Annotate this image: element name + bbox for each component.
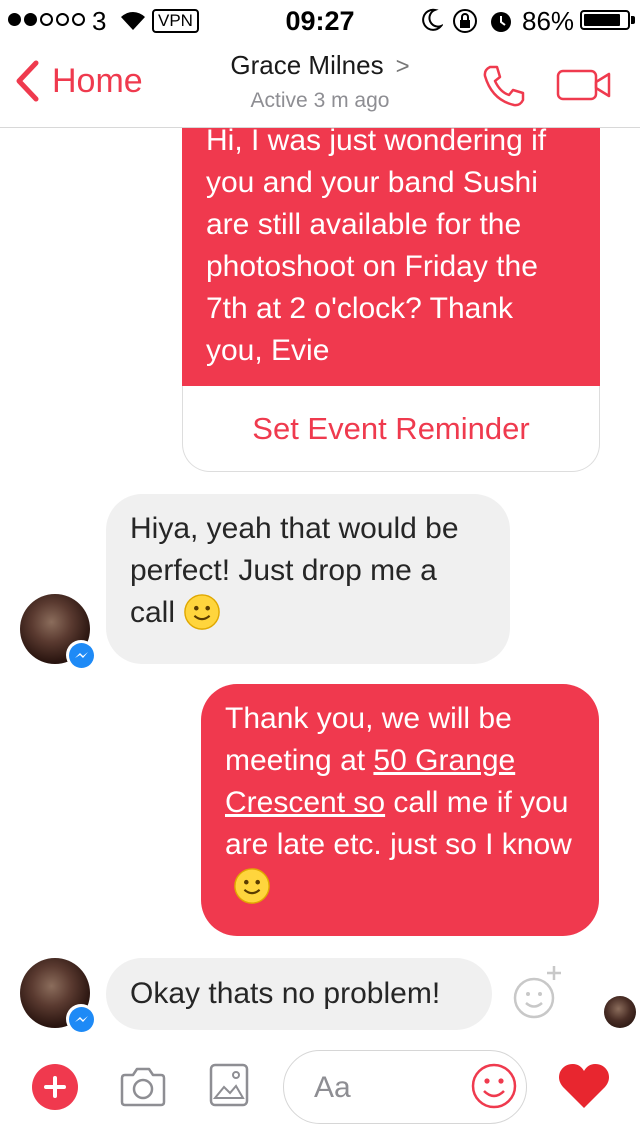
message-text: Hiya, yeah that would be perfect! Just d… xyxy=(130,512,459,629)
messenger-badge-icon xyxy=(66,1004,96,1034)
plus-icon[interactable] xyxy=(32,1064,78,1110)
image-icon[interactable] xyxy=(208,1062,250,1108)
video-camera-icon[interactable] xyxy=(556,68,612,102)
chevron-right-icon: > xyxy=(395,53,410,80)
incoming-message-bubble[interactable]: Okay thats no problem! xyxy=(106,958,492,1030)
contact-name[interactable]: Grace Milnes > xyxy=(0,50,640,81)
slightly-smiling-face-icon xyxy=(184,594,220,630)
emoji-icon[interactable] xyxy=(470,1062,518,1110)
contact-info[interactable]: Grace Milnes > Active 3 m ago xyxy=(0,50,640,113)
outgoing-message-bubble[interactable]: Thank you, we will be meeting at 50 Gran… xyxy=(201,684,599,936)
heart-icon[interactable] xyxy=(556,1060,612,1112)
incoming-message-bubble[interactable]: Hiya, yeah that would be perfect! Just d… xyxy=(106,494,510,664)
add-reaction-icon[interactable] xyxy=(508,962,570,1024)
active-status: Active 3 m ago xyxy=(250,89,390,112)
seen-indicator-avatar xyxy=(604,996,636,1028)
outgoing-message-bubble[interactable]: Hi, I was just wondering if you and your… xyxy=(182,118,600,386)
conversation[interactable]: Hi, I was just wondering if you and your… xyxy=(0,0,640,1136)
set-event-reminder-button[interactable]: Set Event Reminder xyxy=(182,386,600,472)
composer-bar: Aa xyxy=(0,1040,640,1136)
camera-icon[interactable] xyxy=(118,1066,168,1108)
conversation-header: Home Grace Milnes > Active 3 m ago xyxy=(0,40,640,128)
phone-icon[interactable] xyxy=(480,62,528,110)
messenger-badge-icon xyxy=(66,640,96,670)
slightly-smiling-face-icon xyxy=(234,868,270,904)
